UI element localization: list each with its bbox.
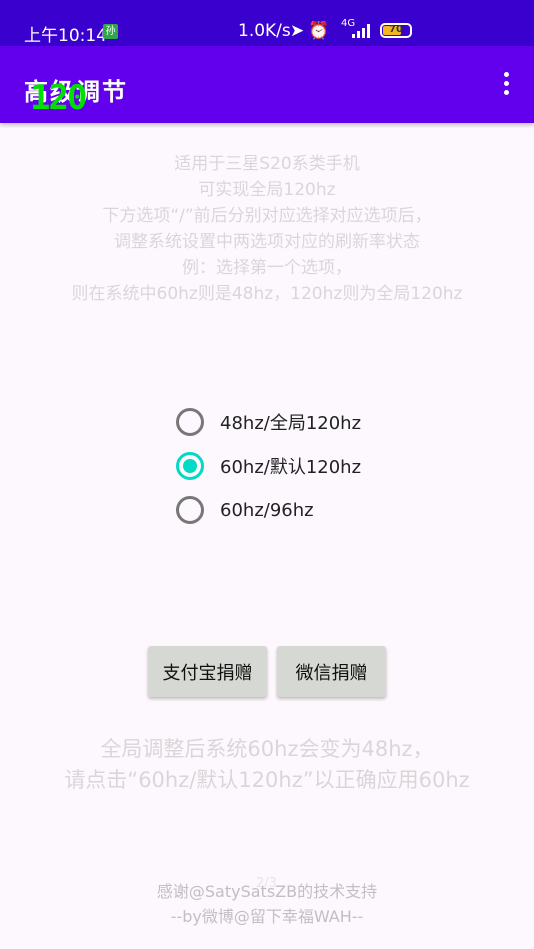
- alipay-donate-button[interactable]: 支付宝捐赠: [148, 646, 267, 697]
- description-line: 可实现全局120hz: [198, 180, 336, 200]
- footer-credits: 感谢@SatySatsZB的技术支持 --by微博@留下幸福WAH--: [0, 879, 534, 929]
- app-bar: 高级调节 120: [0, 46, 534, 123]
- alarm-clock-icon: ⏰: [308, 21, 334, 41]
- description-line: 下方选项“/”前后分别对应选择对应选项后，: [102, 206, 432, 226]
- battery-icon: 70: [380, 23, 412, 38]
- sim-card-icon: 孙: [103, 24, 118, 39]
- description: 适用于三星S20系类手机 可实现全局120hz 下方选项“/”前后分别对应选择对…: [0, 151, 534, 307]
- location-arrow-icon: ➤: [290, 21, 309, 41]
- author-text: --by微博@留下幸福WAH--: [170, 907, 364, 926]
- radio-label[interactable]: 48hz/全局120hz: [220, 409, 361, 435]
- description-line: 则在系统中60hz则是48hz，120hz则为全局120hz: [71, 284, 463, 304]
- radio-label[interactable]: 60hz/默认120hz: [220, 453, 361, 479]
- thanks-text: 感谢@SatySatsZB的技术支持: [156, 882, 378, 901]
- status-bar: 上午10:14 孙 1.0K/s ➤⏰ 4G 70: [0, 0, 534, 46]
- radio-option-60hz-96hz[interactable]: 60hz/96hz: [176, 488, 361, 532]
- wechat-donate-button[interactable]: 微信捐赠: [277, 646, 386, 697]
- battery-level: 70: [389, 24, 403, 35]
- description-line: 调整系统设置中两选项对应的刷新率状态: [114, 232, 420, 252]
- refresh-rate-options: 48hz/全局120hz 60hz/默认120hz 60hz/96hz: [176, 400, 361, 532]
- radio-option-60hz-default[interactable]: 60hz/默认120hz: [176, 444, 361, 488]
- warning-text: 全局调整后系统60hz会变为48hz， 请点击“60hz/默认120hz”以正确…: [0, 734, 534, 796]
- fps-overlay: 120: [30, 78, 87, 118]
- signal-strength-icon: [352, 24, 374, 38]
- radio-button[interactable]: [176, 408, 204, 436]
- warning-line: 请点击“60hz/默认120hz”以正确应用60hz: [64, 768, 470, 792]
- description-line: 适用于三星S20系类手机: [174, 154, 360, 174]
- status-time: 上午10:14: [24, 26, 107, 46]
- overflow-menu-icon[interactable]: [502, 72, 510, 98]
- radio-option-48hz[interactable]: 48hz/全局120hz: [176, 400, 361, 444]
- description-line: 例：选择第一个选项，: [182, 258, 352, 278]
- warning-line: 全局调整后系统60hz会变为48hz，: [100, 737, 434, 761]
- radio-button[interactable]: [176, 452, 204, 480]
- network-speed: 1.0K/s: [238, 21, 291, 41]
- radio-button[interactable]: [176, 496, 204, 524]
- radio-label[interactable]: 60hz/96hz: [220, 500, 314, 521]
